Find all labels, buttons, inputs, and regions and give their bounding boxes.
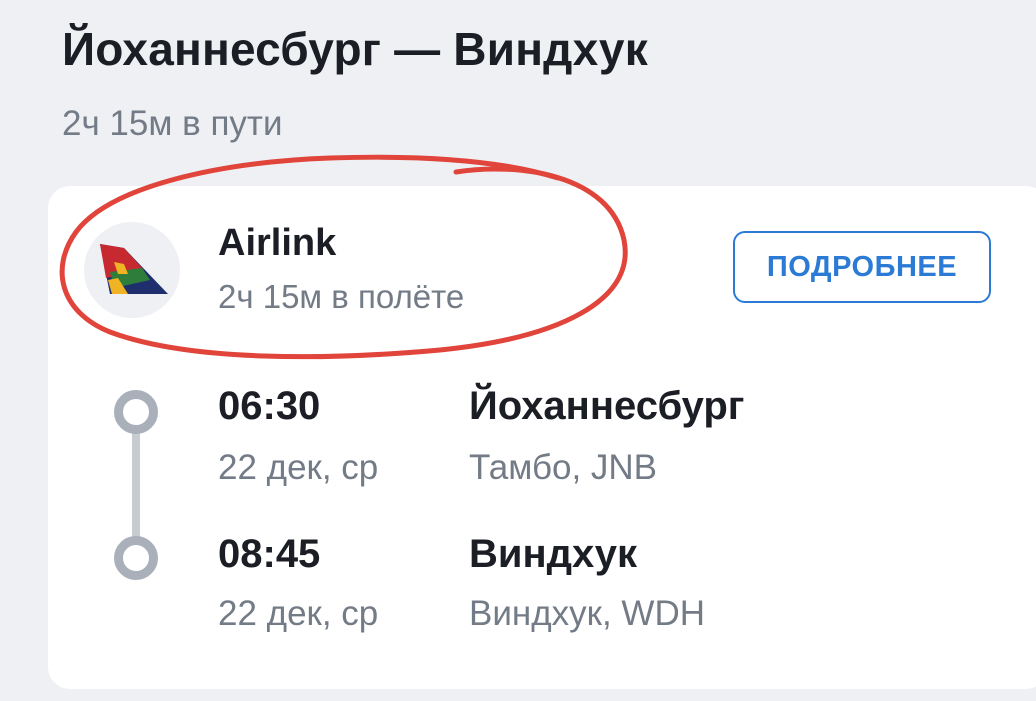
departure-airport: Тамбо, JNB [469, 448, 658, 487]
route-title: Йоханнесбург — Виндхук [62, 23, 648, 75]
arrival-airport: Виндхук, WDH [469, 594, 705, 633]
flight-card: Airlink 2ч 15м в полёте ПОДРОБНЕЕ 06:30 … [48, 186, 1036, 689]
arrival-city: Виндхук [469, 532, 638, 576]
flight-duration: 2ч 15м в полёте [218, 278, 465, 315]
arrival-time: 08:45 [218, 532, 321, 576]
arrival-date: 22 дек, ср [218, 594, 379, 633]
departure-city: Йоханнесбург [469, 384, 745, 428]
arrival-dot-icon [114, 536, 158, 580]
departure-time: 06:30 [218, 384, 321, 428]
departure-dot-icon [114, 390, 158, 434]
airlink-tail-logo-icon [84, 222, 180, 318]
departure-date: 22 дек, ср [218, 448, 379, 487]
details-button[interactable]: ПОДРОБНЕЕ [733, 231, 991, 303]
airline-name: Airlink [218, 222, 337, 264]
route-total-duration: 2ч 15м в пути [62, 104, 283, 143]
